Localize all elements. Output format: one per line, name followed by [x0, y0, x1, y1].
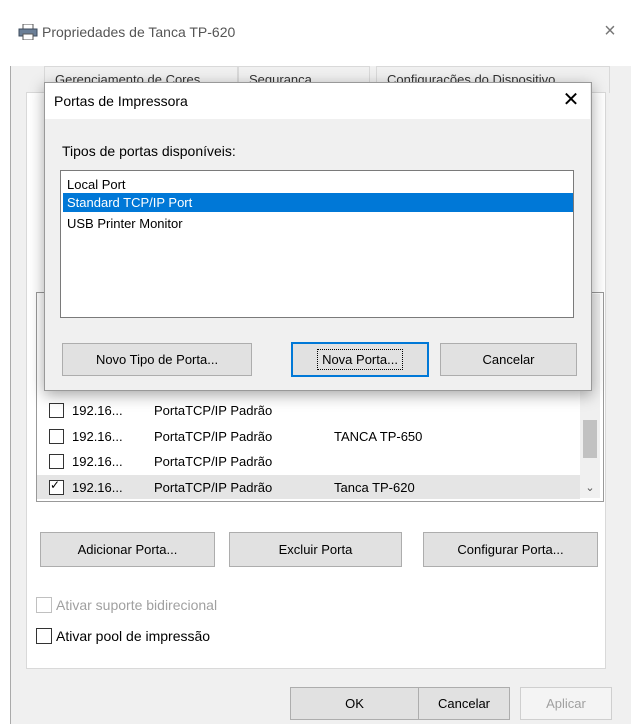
scroll-down-icon[interactable]: ⌄ [580, 478, 600, 498]
bidirectional-label: Ativar suporte bidirecional [56, 597, 218, 613]
scrollbar-thumb[interactable] [583, 420, 597, 458]
pooling-label: Ativar pool de impressão [56, 628, 211, 644]
dialog-close-button[interactable]: ✕ [558, 86, 584, 114]
port-description: PortaTCP/IP Padrão [154, 428, 273, 444]
new-port-label: Nova Porta... [317, 349, 403, 370]
dialog-title: Portas de Impressora [54, 93, 188, 109]
port-types-label: Tipos de portas disponíveis: [62, 143, 236, 159]
bidirectional-support-checkbox[interactable]: Ativar suporte bidirecional [36, 597, 217, 613]
port-name: 192.16... [72, 428, 123, 444]
checkbox-box [36, 597, 52, 613]
port-checkbox[interactable] [49, 478, 64, 495]
window-title: Propriedades de Tanca TP-620 [42, 24, 236, 40]
add-port-button[interactable]: Adicionar Porta... [40, 532, 215, 567]
port-name: 192.16... [72, 402, 123, 418]
port-type-item[interactable]: Standard TCP/IP Port [63, 193, 573, 212]
port-name: 192.16... [72, 453, 123, 469]
port-row[interactable]: 192.16... PortaTCP/IP Padrão TANCA TP-65… [37, 424, 580, 448]
port-printer: Tanca TP-620 [334, 479, 415, 495]
port-row[interactable]: 192.16... PortaTCP/IP Padrão Tanca TP-62… [37, 475, 580, 499]
port-type-item[interactable]: Local Port [63, 175, 573, 194]
port-description: PortaTCP/IP Padrão [154, 453, 273, 469]
configure-port-button[interactable]: Configurar Porta... [423, 532, 598, 567]
port-type-item[interactable]: USB Printer Monitor [63, 214, 573, 233]
checkbox-box [36, 628, 52, 644]
printer-pooling-checkbox[interactable]: Ativar pool de impressão [36, 628, 210, 644]
new-port-button[interactable]: Nova Porta... [291, 342, 429, 377]
port-description: PortaTCP/IP Padrão [154, 402, 273, 418]
port-printer: TANCA TP-650 [334, 428, 423, 444]
new-port-type-button[interactable]: Novo Tipo de Porta... [62, 343, 252, 376]
delete-port-button[interactable]: Excluir Porta [229, 532, 402, 567]
port-checkbox[interactable] [49, 428, 64, 444]
cancel-button[interactable]: Cancelar [418, 687, 510, 720]
ok-button[interactable]: OK [290, 687, 419, 720]
apply-button[interactable]: Aplicar [520, 687, 612, 720]
window-close-button[interactable]: × [597, 18, 623, 44]
port-name: 192.16... [72, 479, 123, 495]
port-checkbox[interactable] [49, 453, 64, 469]
printer-icon [18, 23, 38, 41]
port-checkbox[interactable] [49, 402, 64, 418]
port-description: PortaTCP/IP Padrão [154, 479, 273, 495]
port-row[interactable]: 192.16... PortaTCP/IP Padrão [37, 398, 580, 422]
port-types-list[interactable]: Local Port Standard TCP/IP Port USB Prin… [60, 170, 574, 318]
dialog-cancel-button[interactable]: Cancelar [440, 343, 577, 376]
port-row[interactable]: 192.16... PortaTCP/IP Padrão [37, 449, 580, 473]
